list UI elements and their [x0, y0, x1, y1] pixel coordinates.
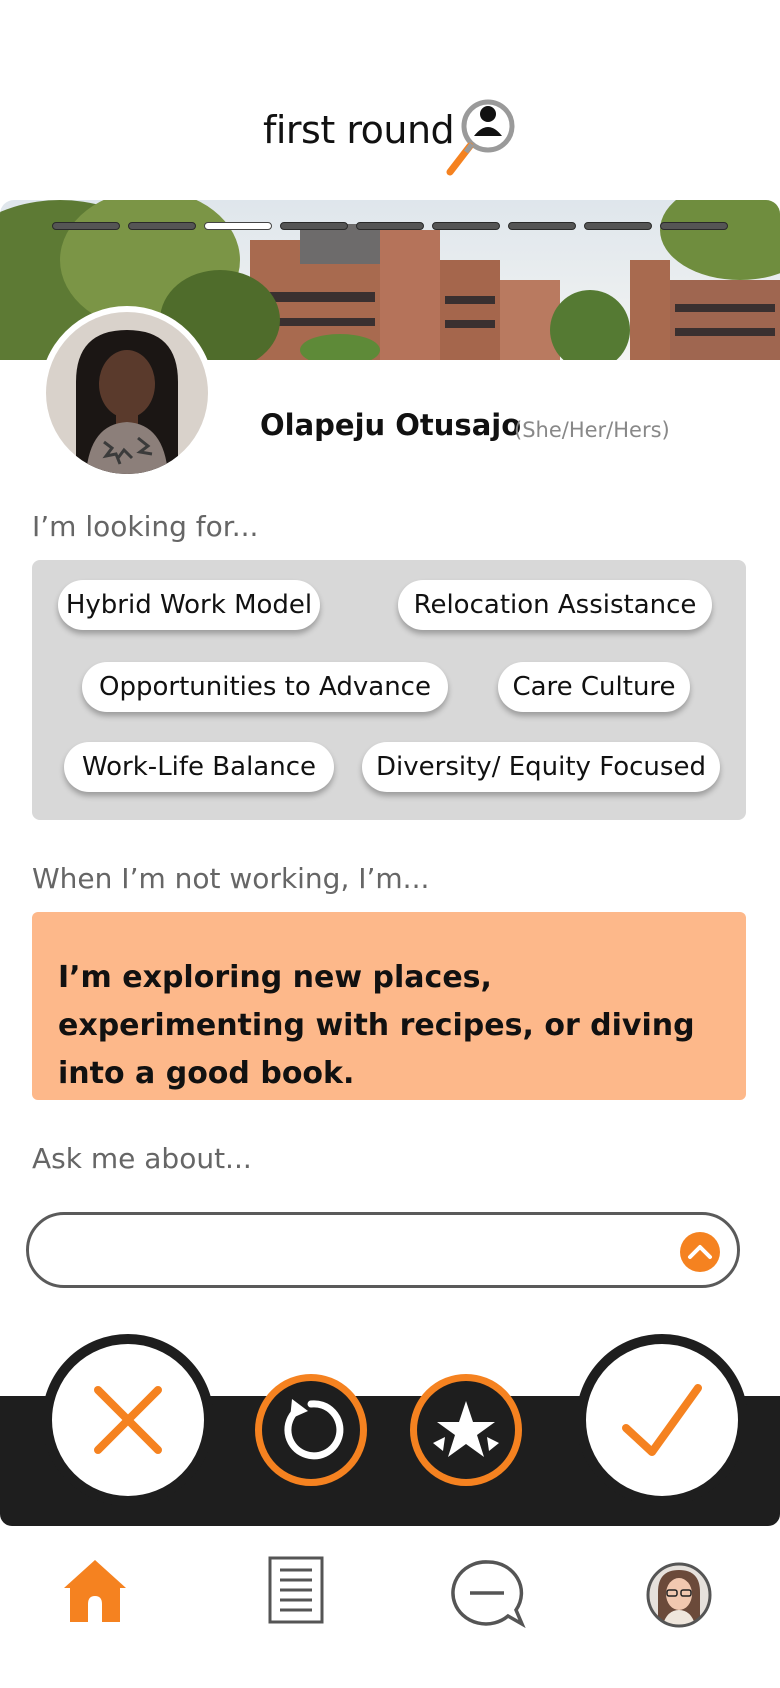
progress-segment[interactable]: [128, 222, 196, 230]
undo-button[interactable]: [255, 1374, 367, 1486]
chat-icon: [451, 1560, 526, 1629]
user-avatar-icon: [646, 1562, 712, 1628]
accept-button[interactable]: [576, 1334, 748, 1506]
not-working-label: When I’m not working, I’m...: [32, 862, 430, 895]
progress-segment[interactable]: [432, 222, 500, 230]
tag-chip[interactable]: Opportunities to Advance: [82, 662, 448, 712]
tag-chip[interactable]: Relocation Assistance: [398, 580, 712, 630]
ask-me-label: Ask me about...: [32, 1142, 252, 1175]
ask-me-input[interactable]: [26, 1212, 740, 1288]
tag-chip[interactable]: Hybrid Work Model: [58, 580, 320, 630]
app-name: first round: [263, 108, 455, 152]
app-logo: first round: [0, 92, 780, 182]
nav-documents[interactable]: [268, 1556, 324, 1628]
nav-messages[interactable]: [450, 1558, 528, 1632]
profile-name: Olapeju Otusajo: [260, 408, 522, 442]
not-working-card: I’m exploring new places, experimenting …: [32, 912, 746, 1100]
superlike-button[interactable]: [410, 1374, 522, 1486]
progress-segment[interactable]: [280, 222, 348, 230]
tag-chip[interactable]: Work-Life Balance: [64, 742, 334, 792]
x-icon: [94, 1386, 162, 1454]
document-icon: [268, 1556, 324, 1624]
progress-segment[interactable]: [660, 222, 728, 230]
progress-segment[interactable]: [508, 222, 576, 230]
tag-chip[interactable]: Diversity/ Equity Focused: [362, 742, 720, 792]
looking-for-label: I’m looking for...: [32, 510, 259, 543]
not-working-text: I’m exploring new places, experimenting …: [58, 960, 695, 1091]
profile-pronouns: (She/Her/Hers): [514, 418, 670, 442]
magnifier-person-icon: [446, 99, 515, 176]
check-icon: [622, 1384, 702, 1456]
chevron-up-icon: [688, 1245, 712, 1259]
home-icon: [64, 1560, 126, 1622]
reject-button[interactable]: [42, 1334, 214, 1506]
tag-chip[interactable]: Care Culture: [498, 662, 690, 712]
star-icon: [433, 1401, 499, 1457]
progress-segment[interactable]: [356, 222, 424, 230]
profile-avatar: [40, 306, 214, 480]
progress-segment[interactable]: [52, 222, 120, 230]
progress-segment[interactable]: [584, 222, 652, 230]
nav-profile[interactable]: [646, 1562, 712, 1632]
looking-for-tags: Hybrid Work Model Relocation Assistance …: [32, 560, 746, 820]
nav-home[interactable]: [62, 1558, 128, 1628]
send-button[interactable]: [680, 1232, 720, 1272]
undo-icon: [284, 1399, 344, 1460]
progress-segment-active[interactable]: [204, 222, 272, 230]
story-progress-bar: [52, 222, 728, 232]
